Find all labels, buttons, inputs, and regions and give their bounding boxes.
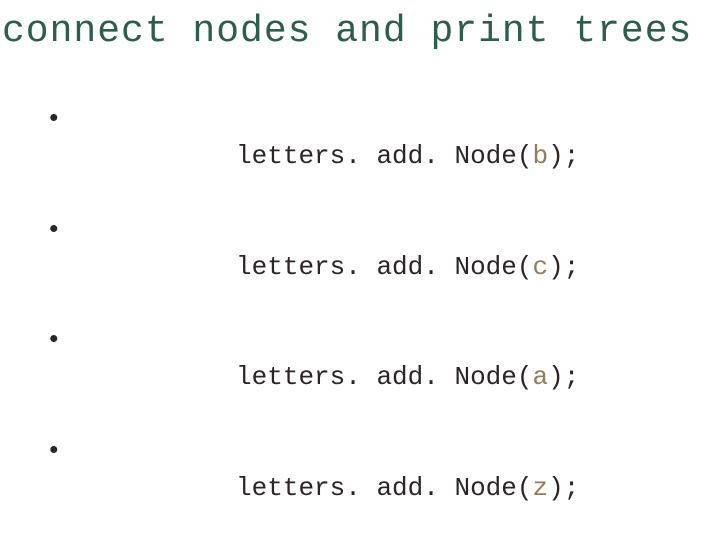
slide: connect nodes and print trees • letters.…: [0, 0, 720, 540]
list-item: • letters. add. Node(z);: [44, 433, 720, 540]
code-line: letters. add. Node(a);: [80, 322, 579, 433]
bullet-icon: •: [44, 433, 80, 470]
code-line: letters. add. Node(z);: [80, 433, 579, 540]
slide-body: • letters. add. Node(b); • letters. add.…: [0, 53, 720, 540]
code-prefix: letters. add. Node(: [236, 252, 532, 282]
bullet-icon: •: [44, 212, 80, 249]
slide-title: connect nodes and print trees: [0, 10, 720, 53]
code-arg: c: [532, 252, 548, 282]
list-item: • letters. add. Node(b);: [44, 101, 720, 212]
code-line: letters. add. Node(c);: [80, 212, 579, 323]
code-prefix: letters. add. Node(: [236, 362, 532, 392]
bullet-icon: •: [44, 322, 80, 359]
code-prefix: letters. add. Node(: [236, 141, 532, 171]
code-suffix: );: [548, 252, 579, 282]
code-arg: a: [532, 362, 548, 392]
list-item: • letters. add. Node(c);: [44, 212, 720, 323]
code-suffix: );: [548, 362, 579, 392]
code-suffix: );: [548, 141, 579, 171]
code-suffix: );: [548, 473, 579, 503]
code-arg: z: [532, 473, 548, 503]
code-line: letters. add. Node(b);: [80, 101, 579, 212]
code-prefix: letters. add. Node(: [236, 473, 532, 503]
code-arg: b: [532, 141, 548, 171]
bullet-icon: •: [44, 101, 80, 138]
bullet-list: • letters. add. Node(b); • letters. add.…: [44, 101, 720, 540]
list-item: • letters. add. Node(a);: [44, 322, 720, 433]
